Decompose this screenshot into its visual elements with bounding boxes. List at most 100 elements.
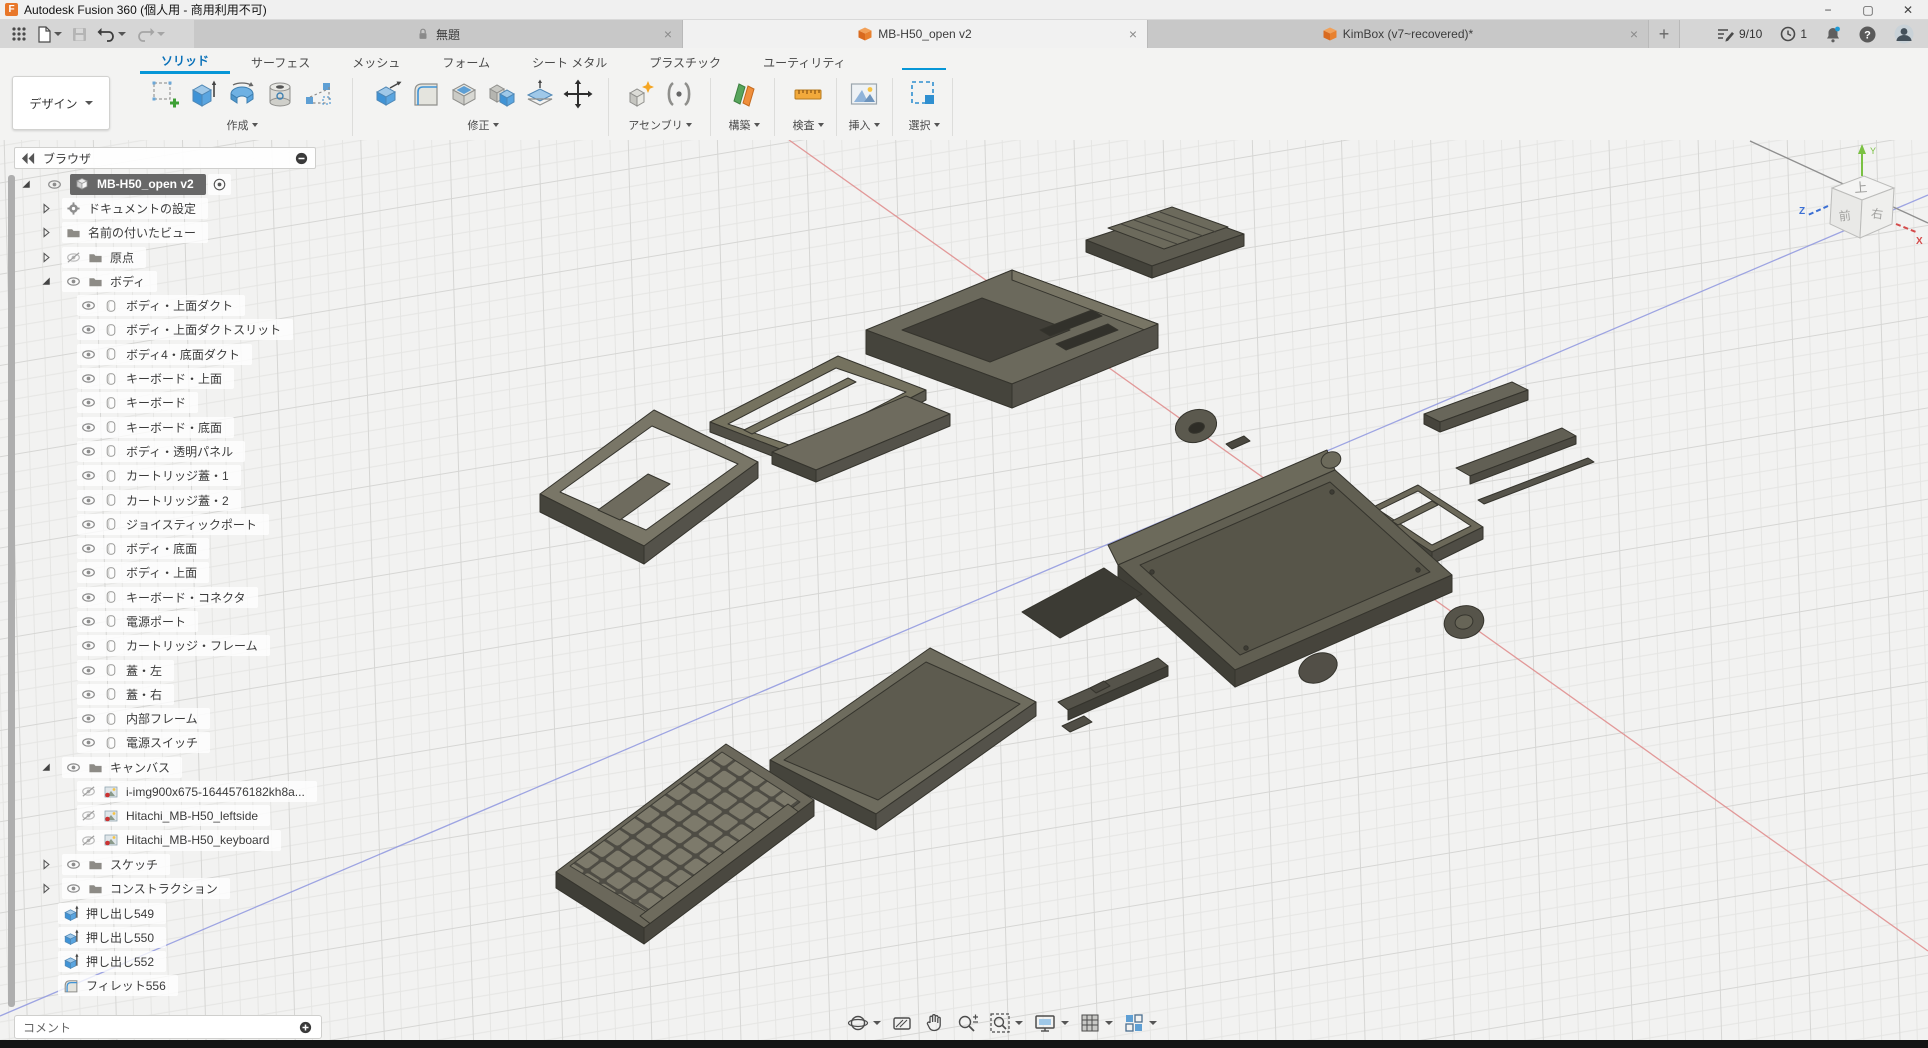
eye-icon[interactable]: [81, 638, 96, 653]
eye-icon[interactable]: [81, 517, 96, 532]
eye-icon[interactable]: [81, 322, 96, 337]
new-file-button[interactable]: [34, 23, 65, 45]
help-button[interactable]: ?: [1859, 26, 1876, 43]
eye-icon[interactable]: [66, 857, 81, 872]
eye-icon[interactable]: [81, 687, 96, 702]
doc-tab-kimbox[interactable]: KimBox (v7~recovered)* ×: [1148, 20, 1649, 48]
orbit-tool[interactable]: [845, 1010, 883, 1036]
tree-row[interactable]: ジョイスティックポート: [14, 512, 434, 536]
tab-mesh[interactable]: メッシュ: [331, 50, 421, 74]
extrude-icon[interactable]: [186, 74, 222, 114]
tab-form[interactable]: フォーム: [421, 50, 511, 74]
expander-icon[interactable]: [40, 250, 53, 265]
close-button[interactable]: ✕: [1888, 0, 1928, 19]
job-status-button[interactable]: 1: [1780, 26, 1807, 42]
chevron-down-icon[interactable]: [157, 32, 165, 36]
group-label[interactable]: 検査: [793, 117, 815, 133]
offset-face-icon[interactable]: [522, 74, 558, 114]
eye-icon[interactable]: [66, 881, 81, 896]
maximize-button[interactable]: ▢: [1848, 0, 1888, 19]
tab-plastic[interactable]: プラスチック: [628, 50, 742, 74]
tree-row[interactable]: キャンバス: [14, 755, 434, 779]
insert-image-icon[interactable]: [846, 74, 882, 114]
hide-panel-icon[interactable]: [294, 151, 309, 166]
tree-row-feature[interactable]: フィレット556: [14, 974, 434, 998]
eye-icon[interactable]: [47, 177, 62, 192]
add-comment-icon[interactable]: [298, 1020, 313, 1035]
tree-row[interactable]: 蓋・右: [14, 682, 434, 706]
look-at-tool[interactable]: [889, 1010, 915, 1036]
tree-row[interactable]: ボディ・上面ダクト: [14, 293, 434, 317]
expander-icon[interactable]: [40, 857, 53, 872]
eye-icon[interactable]: [81, 541, 96, 556]
eye-icon[interactable]: [81, 420, 96, 435]
shell-icon[interactable]: [446, 74, 482, 114]
chevron-down-icon[interactable]: [118, 32, 126, 36]
tree-row[interactable]: ボディ: [14, 269, 434, 293]
tree-row-root[interactable]: MB-H50_open v2: [14, 172, 434, 196]
undo-button[interactable]: [94, 23, 129, 45]
chevron-down-icon[interactable]: [54, 32, 62, 36]
chevron-down-icon[interactable]: [1061, 1021, 1069, 1025]
group-label[interactable]: 選択: [909, 117, 931, 133]
pan-tool[interactable]: [921, 1010, 947, 1036]
tree-row[interactable]: Hitachi_MB-H50_keyboard: [14, 828, 434, 852]
close-tab-icon[interactable]: ×: [1630, 27, 1638, 41]
tab-utility[interactable]: ユーティリティ: [742, 50, 867, 74]
hole-icon[interactable]: [262, 74, 298, 114]
expander-icon[interactable]: [40, 201, 53, 216]
tree-row-feature[interactable]: 押し出し549: [14, 901, 434, 925]
notifications-bell-icon[interactable]: [1825, 26, 1841, 43]
measure-icon[interactable]: [790, 74, 826, 114]
tab-surface[interactable]: サーフェス: [230, 50, 331, 74]
construction-plane-icon[interactable]: [726, 74, 762, 114]
eye-icon[interactable]: [81, 347, 96, 362]
tree-row[interactable]: カートリッジ蓋・1: [14, 464, 434, 488]
revolve-icon[interactable]: [224, 74, 260, 114]
tree-row[interactable]: Hitachi_MB-H50_leftside: [14, 804, 434, 828]
tree-row[interactable]: コンストラクション: [14, 877, 434, 901]
eye-off-icon[interactable]: [81, 808, 96, 823]
tree-row[interactable]: ボディ4・底面ダクト: [14, 342, 434, 366]
tree-row[interactable]: 名前の付いたビュー: [14, 221, 434, 245]
eye-icon[interactable]: [81, 565, 96, 580]
joint-icon[interactable]: [661, 74, 697, 114]
create-sketch-icon[interactable]: [148, 74, 184, 114]
grid-settings[interactable]: [1077, 1010, 1115, 1036]
tab-sheetmetal[interactable]: シート メタル: [511, 50, 628, 74]
eye-icon[interactable]: [81, 371, 96, 386]
doc-tab-mb-h50[interactable]: MB-H50_open v2 ×: [683, 20, 1148, 48]
comment-box[interactable]: コメント: [14, 1015, 322, 1039]
tree-row[interactable]: キーボード・底面: [14, 415, 434, 439]
tree-row[interactable]: ボディ・透明パネル: [14, 439, 434, 463]
eye-icon[interactable]: [81, 444, 96, 459]
view-cube[interactable]: Y Z X 上 前 右: [1798, 142, 1926, 257]
close-tab-icon[interactable]: ×: [664, 27, 672, 41]
press-pull-icon[interactable]: [370, 74, 406, 114]
chevron-down-icon[interactable]: [873, 1021, 881, 1025]
pattern-icon[interactable]: [300, 74, 336, 114]
tree-row[interactable]: 蓋・左: [14, 658, 434, 682]
app-grid-icon[interactable]: [8, 23, 30, 45]
workspace-selector[interactable]: デザイン: [12, 76, 110, 130]
tree-row[interactable]: i-img900x675-1644576182kh8a...: [14, 779, 434, 803]
chevron-down-icon[interactable]: [1105, 1021, 1113, 1025]
display-settings[interactable]: [1031, 1010, 1071, 1036]
chevron-down-icon[interactable]: [1149, 1021, 1157, 1025]
group-label[interactable]: 構築: [729, 117, 751, 133]
eye-off-icon[interactable]: [66, 250, 81, 265]
expander-icon[interactable]: [40, 274, 53, 289]
eye-icon[interactable]: [81, 468, 96, 483]
save-button[interactable]: [69, 23, 90, 45]
eye-icon[interactable]: [81, 614, 96, 629]
expander-icon[interactable]: [40, 225, 53, 240]
collapse-panel-icon[interactable]: [21, 151, 36, 166]
group-label[interactable]: アセンブリ: [628, 117, 682, 133]
select-icon[interactable]: [906, 74, 942, 114]
expander-icon[interactable]: [40, 760, 53, 775]
tree-row[interactable]: キーボード: [14, 391, 434, 415]
eye-icon[interactable]: [66, 760, 81, 775]
eye-icon[interactable]: [81, 735, 96, 750]
eye-icon[interactable]: [81, 663, 96, 678]
tree-row[interactable]: 電源スイッチ: [14, 731, 434, 755]
